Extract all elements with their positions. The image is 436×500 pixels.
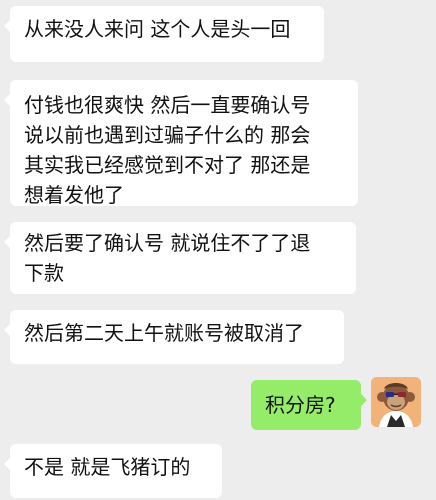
incoming-message-bubble[interactable]: 从来没人来问 这个人是头一回 [4,6,324,62]
incoming-message-bubble[interactable]: 然后第二天上午就账号被取消了 [4,310,344,364]
incoming-message-bubble[interactable]: 然后要了确认号 就说住不了了退 下款 [4,222,356,294]
incoming-message-bubble[interactable]: 不是 就是飞猪订的 [4,444,222,498]
outgoing-message-bubble[interactable]: 积分房? [251,380,367,430]
ape-avatar-icon [371,377,421,427]
incoming-message-bubble[interactable]: 付钱也很爽快 然后一直要确认号 说以前也遇到过骗子什么的 那会 其实我已经感觉到… [4,80,358,207]
user-avatar[interactable] [371,377,421,427]
chat-conversation: 从来没人来问 这个人是头一回 付钱也很爽快 然后一直要确认号 说以前也遇到过骗子… [0,0,436,500]
